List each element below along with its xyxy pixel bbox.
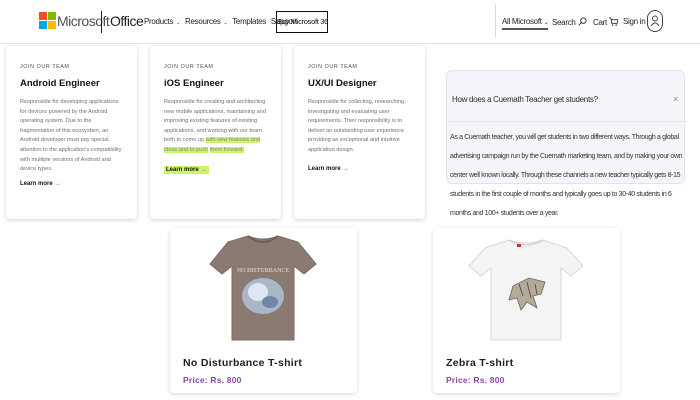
site-header: Microsoft Office Products ⌄ Resources ⌄ Te…: [0, 0, 700, 44]
product-card[interactable]: Zebra T-shirt Price: Rs. 800: [433, 228, 620, 393]
header-utility-bar: All Microsoft ⌄ Search Cart Sign in: [495, 0, 665, 44]
role-description: Responsible for creating and architectin…: [164, 99, 266, 153]
header-divider: [101, 11, 102, 33]
faq-question[interactable]: How does a Cuemath Teacher get students?: [452, 95, 598, 104]
cart-icon: [608, 17, 619, 26]
all-microsoft-menu[interactable]: All Microsoft ⌄: [502, 17, 549, 30]
product-price: Price: Rs. 800: [446, 375, 505, 385]
arrow-right-icon: →: [342, 165, 349, 172]
role-description: Responsible for collecting, researching,…: [308, 99, 406, 153]
cart-button[interactable]: Cart: [593, 17, 619, 27]
role-kicker: JOIN OUR TEAM: [308, 64, 358, 70]
nav-products[interactable]: Products ⌄: [144, 17, 180, 26]
faq-answer: As a Cuemath teacher, you will get stude…: [450, 134, 683, 217]
nav-resources[interactable]: Resources ⌄: [185, 17, 228, 26]
nav-templates[interactable]: Templates: [232, 17, 266, 26]
role-card-android: JOIN OUR TEAM Android Engineer Responsib…: [6, 46, 137, 219]
faq-divider: [447, 121, 686, 122]
learn-more-link[interactable]: Learn more →: [20, 181, 125, 187]
product-price: Price: Rs. 800: [183, 375, 242, 385]
svg-text:NO DISTURBANCE: NO DISTURBANCE: [237, 268, 290, 274]
role-description: Responsible for developing applications …: [20, 99, 122, 173]
account-avatar-icon[interactable]: [647, 10, 663, 32]
chevron-down-icon: ⌄: [223, 20, 228, 26]
product-name[interactable]: Office: [110, 13, 144, 29]
highlighted-text: them forward.: [209, 146, 244, 153]
utility-divider: [495, 4, 496, 38]
close-icon[interactable]: ×: [673, 94, 678, 104]
learn-more-link[interactable]: Learn more →: [308, 166, 413, 172]
product-name[interactable]: Zebra T-shirt: [446, 357, 514, 369]
search-icon: [578, 17, 587, 26]
arrow-right-icon: →: [200, 166, 207, 173]
arrow-right-icon: →: [54, 180, 61, 187]
chevron-down-icon: ⌄: [543, 20, 549, 26]
role-kicker: JOIN OUR TEAM: [164, 64, 214, 70]
role-title: UX/UI Designer: [308, 78, 377, 89]
chevron-down-icon: ⌄: [176, 20, 181, 26]
product-image[interactable]: [433, 228, 620, 348]
role-card-ux-ui: JOIN OUR TEAM UX/UI Designer Responsible…: [294, 46, 425, 219]
sign-in-link[interactable]: Sign in: [623, 17, 646, 26]
product-card[interactable]: NO DISTURBANCE No Disturbance T-shirt Pr…: [170, 228, 357, 393]
search-button[interactable]: Search: [552, 17, 587, 27]
role-card-ios: JOIN OUR TEAM iOS Engineer Responsible f…: [150, 46, 281, 219]
learn-more-link[interactable]: Learn more →: [164, 165, 209, 174]
role-title: Android Engineer: [20, 78, 100, 89]
product-name[interactable]: No Disturbance T-shirt: [183, 357, 302, 369]
buy-microsoft-365-button[interactable]: Buy Microsoft 365: [276, 11, 328, 33]
product-image[interactable]: NO DISTURBANCE: [170, 228, 357, 348]
microsoft-logo-icon[interactable]: [39, 12, 56, 29]
role-title: iOS Engineer: [164, 78, 224, 89]
role-kicker: JOIN OUR TEAM: [20, 64, 70, 70]
